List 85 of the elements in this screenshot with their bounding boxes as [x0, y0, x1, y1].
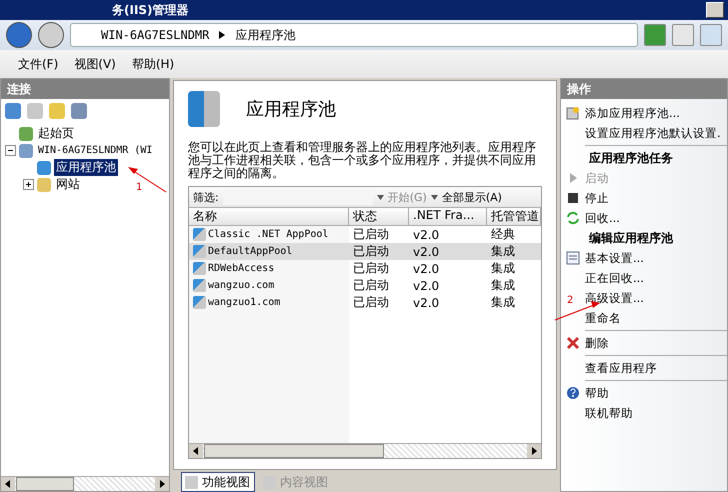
connections-header: 连接 — [1, 79, 169, 99]
collapse-toggle-icon[interactable] — [5, 145, 16, 156]
breadcrumb-arrow-icon — [219, 31, 226, 39]
action-link[interactable]: 基本设置... — [585, 250, 644, 266]
recycle-icon — [566, 211, 580, 225]
back-button[interactable] — [6, 22, 32, 48]
scrollbar-thumb[interactable] — [16, 477, 74, 491]
tree-item[interactable]: 起始页 — [36, 125, 76, 142]
column-header[interactable]: .NET Fra... — [409, 208, 487, 225]
dropdown-arrow-icon[interactable] — [376, 194, 384, 200]
table-cell-text: 已启动 — [352, 226, 390, 243]
scroll-right-icon[interactable] — [527, 444, 541, 458]
column-header[interactable]: 状态 — [349, 208, 409, 225]
table-cell-text: 已启动 — [352, 277, 390, 294]
scroll-left-icon[interactable] — [189, 444, 203, 458]
add-pool-icon — [566, 106, 580, 120]
menu-item[interactable]: 视图(V) — [74, 56, 116, 72]
table-cell: 集成 — [487, 243, 541, 260]
action-link[interactable]: 重命名 — [585, 310, 621, 326]
table-cell-text: 经典 — [490, 226, 516, 243]
column-header[interactable]: 托管管道 — [487, 208, 541, 225]
breadcrumb-item[interactable]: WIN-6AG7ESLNDMR — [101, 28, 210, 42]
action-link[interactable]: 正在回收... — [585, 270, 644, 286]
forward-button[interactable] — [38, 22, 64, 48]
show-all-button[interactable]: 全部显示(A) — [442, 190, 502, 204]
tree-item[interactable]: 应用程序池 — [54, 159, 118, 176]
horizontal-scrollbar[interactable] — [1, 476, 169, 491]
action-link[interactable]: 停止 — [585, 190, 609, 206]
help-icon — [566, 386, 580, 400]
table-cell: v2.0 — [409, 243, 487, 260]
table-cell-text: v2.0 — [412, 226, 440, 243]
minimize-button[interactable] — [706, 2, 724, 18]
action-link[interactable]: 删除 — [585, 336, 609, 350]
table-cell-text: 已启动 — [352, 260, 390, 277]
delete-icon — [566, 336, 580, 350]
table-cell-text: 集成 — [490, 294, 516, 311]
table-cell[interactable]: DefaultAppPool — [189, 243, 349, 260]
pool-name: wangzuo1.com — [208, 297, 280, 308]
table-cell[interactable]: wangzuo.com — [189, 277, 349, 294]
scroll-right-icon[interactable] — [155, 477, 169, 491]
action-link[interactable]: 联机帮助 — [585, 406, 633, 420]
table-cell-text: v2.0 — [412, 278, 440, 294]
settings-icon — [566, 251, 580, 265]
expand-toggle-icon[interactable] — [23, 179, 34, 190]
filter-label: 筛选: — [193, 190, 219, 204]
actions-header: 操作 — [561, 79, 727, 99]
action-link[interactable]: 设置应用程序池默认设置. — [585, 126, 721, 140]
address-bar[interactable]: WIN-6AG7ESLNDMR 应用程序池 — [70, 23, 638, 47]
action-link[interactable]: 回收... — [585, 210, 620, 226]
table-cell-text: 已启动 — [352, 294, 390, 311]
action-group-heading: 应用程序池任务 — [588, 150, 674, 166]
scrollbar-thumb[interactable] — [204, 444, 384, 458]
table-cell[interactable]: RDWebAccess — [189, 260, 349, 277]
breadcrumb-item[interactable]: 应用程序池 — [235, 26, 296, 44]
action-link[interactable]: 高级设置... — [585, 290, 644, 306]
view-tab[interactable]: 功能视图 — [181, 472, 255, 492]
tree-item[interactable]: 网站 — [54, 176, 82, 193]
column-header[interactable]: 名称 — [189, 208, 349, 225]
table-cell-text: 集成 — [490, 260, 516, 277]
table-cell[interactable]: Classic .NET AppPool — [189, 226, 349, 243]
action-link[interactable]: 帮助 — [585, 386, 609, 400]
table-cell: 已启动 — [349, 243, 409, 260]
table-cell-text: v2.0 — [412, 294, 440, 311]
action-link[interactable]: 查看应用程序 — [585, 360, 657, 376]
tree-item[interactable]: WIN-6AG7ESLNDMR (WI — [36, 145, 154, 156]
pool-name: RDWebAccess — [208, 263, 274, 274]
window-title: 务(IIS)管理器 — [112, 2, 189, 18]
page-description: 您可以在此页上查看和管理服务器上的应用程序池列表。应用程序池与工作进程相关联，包含一个或多个应用程序，并提供不同应用程序之间的隔离。 — [188, 141, 537, 180]
action-link[interactable]: 添加应用程序池... — [585, 106, 680, 120]
table-cell-text: v2.0 — [412, 260, 440, 277]
pool-name: Classic .NET AppPool — [208, 229, 328, 240]
annotation-number: 2 — [567, 295, 574, 306]
action-group-heading: 编辑应用程序池 — [588, 230, 674, 246]
horizontal-scrollbar[interactable] — [189, 443, 541, 458]
page-title: 应用程序池 — [246, 98, 336, 121]
scroll-left-icon[interactable] — [1, 477, 15, 491]
pool-name: DefaultAppPool — [208, 246, 292, 257]
pool-name: wangzuo.com — [208, 280, 274, 291]
menu-item[interactable]: 文件(F) — [18, 56, 58, 72]
annotation-number: 1 — [136, 182, 142, 193]
annotation-arrow — [128, 167, 166, 192]
menu-item[interactable]: 帮助(H) — [132, 56, 174, 72]
table-cell-text: 集成 — [490, 277, 516, 294]
table-cell[interactable]: wangzuo1.com — [189, 294, 349, 311]
dropdown-arrow-icon[interactable] — [430, 194, 438, 200]
